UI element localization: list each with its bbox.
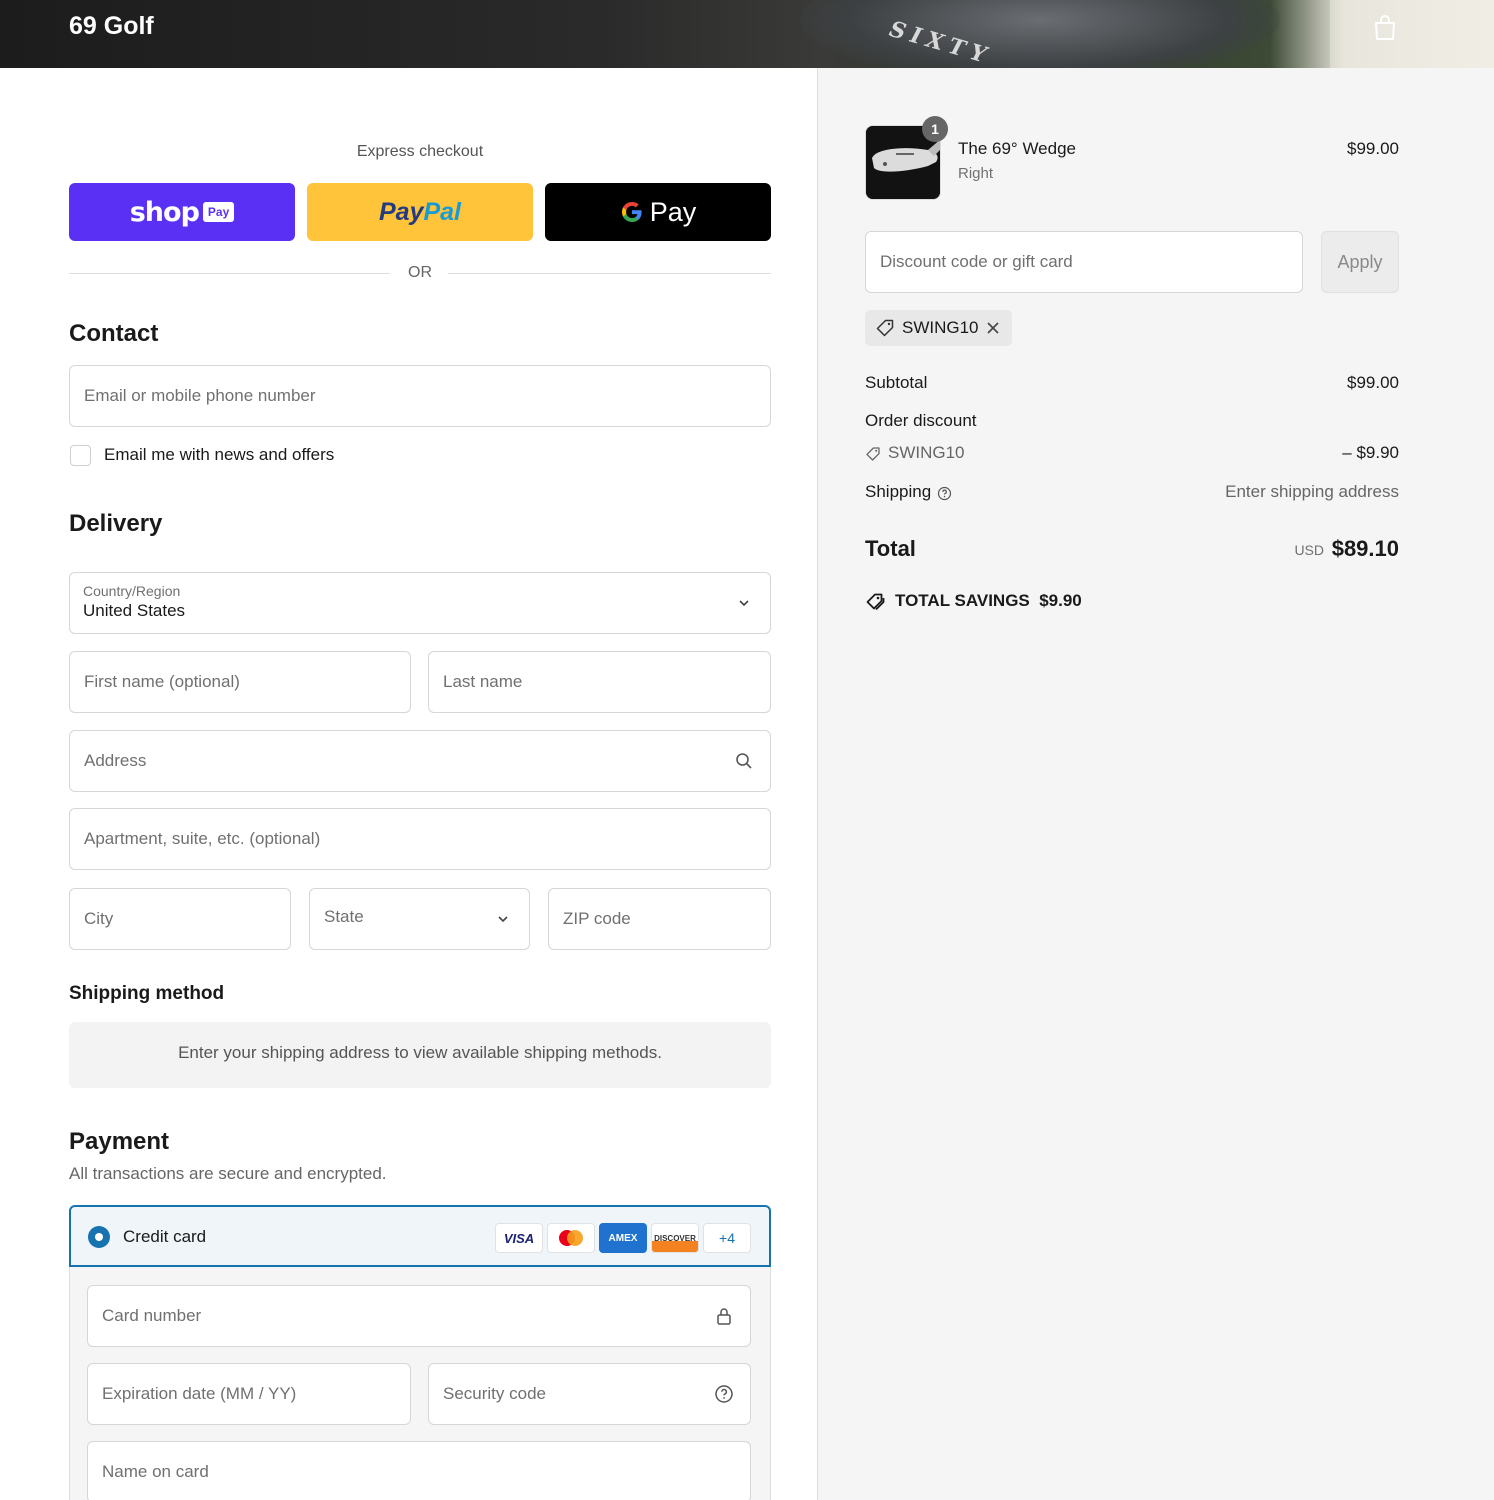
savings-tag-icon <box>866 593 885 611</box>
discover-logo: DISCOVER <box>651 1223 699 1253</box>
order-discount-label: Order discount <box>865 411 977 430</box>
name-on-card-field[interactable]: Name on card <box>87 1441 751 1500</box>
subtotal-label: Subtotal <box>865 373 928 392</box>
search-icon <box>736 753 752 769</box>
total-savings-value: $9.90 <box>1039 591 1082 610</box>
newsletter-checkbox[interactable] <box>70 445 91 466</box>
payment-subtitle: All transactions are secure and encrypte… <box>69 1164 387 1183</box>
address-field[interactable]: Address <box>69 730 771 792</box>
help-circle-icon[interactable] <box>714 1384 734 1404</box>
visa-logo: VISA <box>495 1223 543 1253</box>
total-value: $89.10 <box>1331 536 1399 561</box>
chevron-down-icon <box>739 600 749 607</box>
mastercard-logo <box>547 1223 595 1253</box>
paypal-button[interactable]: Pay Pal <box>307 183 533 241</box>
express-checkout-title: Express checkout <box>356 143 484 160</box>
total-savings: TOTAL SAVINGS $9.90 <box>895 591 1082 611</box>
bag-icon[interactable] <box>1372 14 1398 42</box>
security-code-field[interactable]: Security code <box>428 1363 751 1425</box>
total-savings-label: TOTAL SAVINGS <box>895 591 1030 610</box>
help-circle-icon[interactable] <box>937 486 952 501</box>
product-name: The 69° Wedge <box>958 139 1077 158</box>
shop-pay-word: shop <box>129 196 200 228</box>
subtotal-value: $99.00 <box>1347 373 1399 392</box>
shop-pay-badge: Pay <box>202 202 235 222</box>
credit-card-label: Credit card <box>123 1227 207 1246</box>
applied-discount-tag: SWING10 <box>865 310 1012 346</box>
card-logos: VISA AMEX DISCOVER +4 <box>495 1223 751 1253</box>
chevron-down-icon <box>498 916 508 923</box>
google-pay-text: Pay <box>649 196 697 227</box>
card-number-field[interactable]: Card number <box>87 1285 751 1347</box>
store-logo[interactable]: 69 Golf <box>69 12 154 41</box>
email-field[interactable]: Email or mobile phone number <box>69 365 771 427</box>
city-field[interactable]: City <box>69 888 291 950</box>
country-value: United States <box>83 601 186 620</box>
close-icon[interactable] <box>986 321 1000 335</box>
newsletter-label[interactable]: Email me with news and offers <box>104 445 334 465</box>
credit-card-option[interactable]: Credit card VISA AMEX DISCOVER +4 <box>69 1205 771 1267</box>
product-price: $99.00 <box>1347 139 1399 158</box>
total-label: Total <box>865 536 916 561</box>
google-g-icon <box>621 202 642 222</box>
more-cards-badge: +4 <box>703 1223 751 1253</box>
expiry-field[interactable]: Expiration date (MM / YY) <box>87 1363 411 1425</box>
shipping-method-notice: Enter your shipping address to view avai… <box>69 1022 771 1088</box>
shop-pay-button[interactable]: shop Pay <box>69 183 295 241</box>
discount-code-field[interactable]: Discount code or gift card <box>865 231 1303 293</box>
shipping-method-heading: Shipping method <box>69 983 225 1004</box>
discount-code-label: SWING10 <box>888 443 965 462</box>
amex-logo: AMEX <box>599 1223 647 1253</box>
product-variant: Right <box>958 165 994 182</box>
delivery-heading: Delivery <box>69 510 163 537</box>
google-pay-button[interactable]: Pay <box>545 183 771 241</box>
shipping-label: Shipping <box>865 482 932 501</box>
tag-icon <box>866 447 880 461</box>
discount-value: – $9.90 <box>1342 443 1399 462</box>
last-name-field[interactable]: Last name <box>428 651 771 713</box>
tag-icon <box>876 319 894 337</box>
header-banner-image <box>800 0 1280 68</box>
paypal-pal-text: Pal <box>423 197 461 226</box>
country-label: Country/Region <box>83 583 181 599</box>
credit-card-radio[interactable] <box>88 1226 110 1248</box>
state-select[interactable]: State <box>309 888 530 950</box>
site-header: SIXTY 69 Golf <box>0 0 1494 68</box>
shipping-value: Enter shipping address <box>1225 482 1399 501</box>
lock-icon <box>717 1308 731 1325</box>
country-select[interactable]: Country/Region United States <box>69 572 771 634</box>
apartment-field[interactable]: Apartment, suite, etc. (optional) <box>69 808 771 870</box>
quantity-badge: 1 <box>922 116 948 142</box>
apply-discount-button[interactable]: Apply <box>1321 231 1399 293</box>
payment-heading: Payment <box>69 1128 170 1155</box>
first-name-field[interactable]: First name (optional) <box>69 651 411 713</box>
total-currency: USD <box>1294 542 1324 558</box>
zip-field[interactable]: ZIP code <box>548 888 771 950</box>
paypal-pay-text: Pay <box>378 197 424 226</box>
contact-heading: Contact <box>69 320 159 347</box>
or-divider: OR <box>69 262 771 284</box>
